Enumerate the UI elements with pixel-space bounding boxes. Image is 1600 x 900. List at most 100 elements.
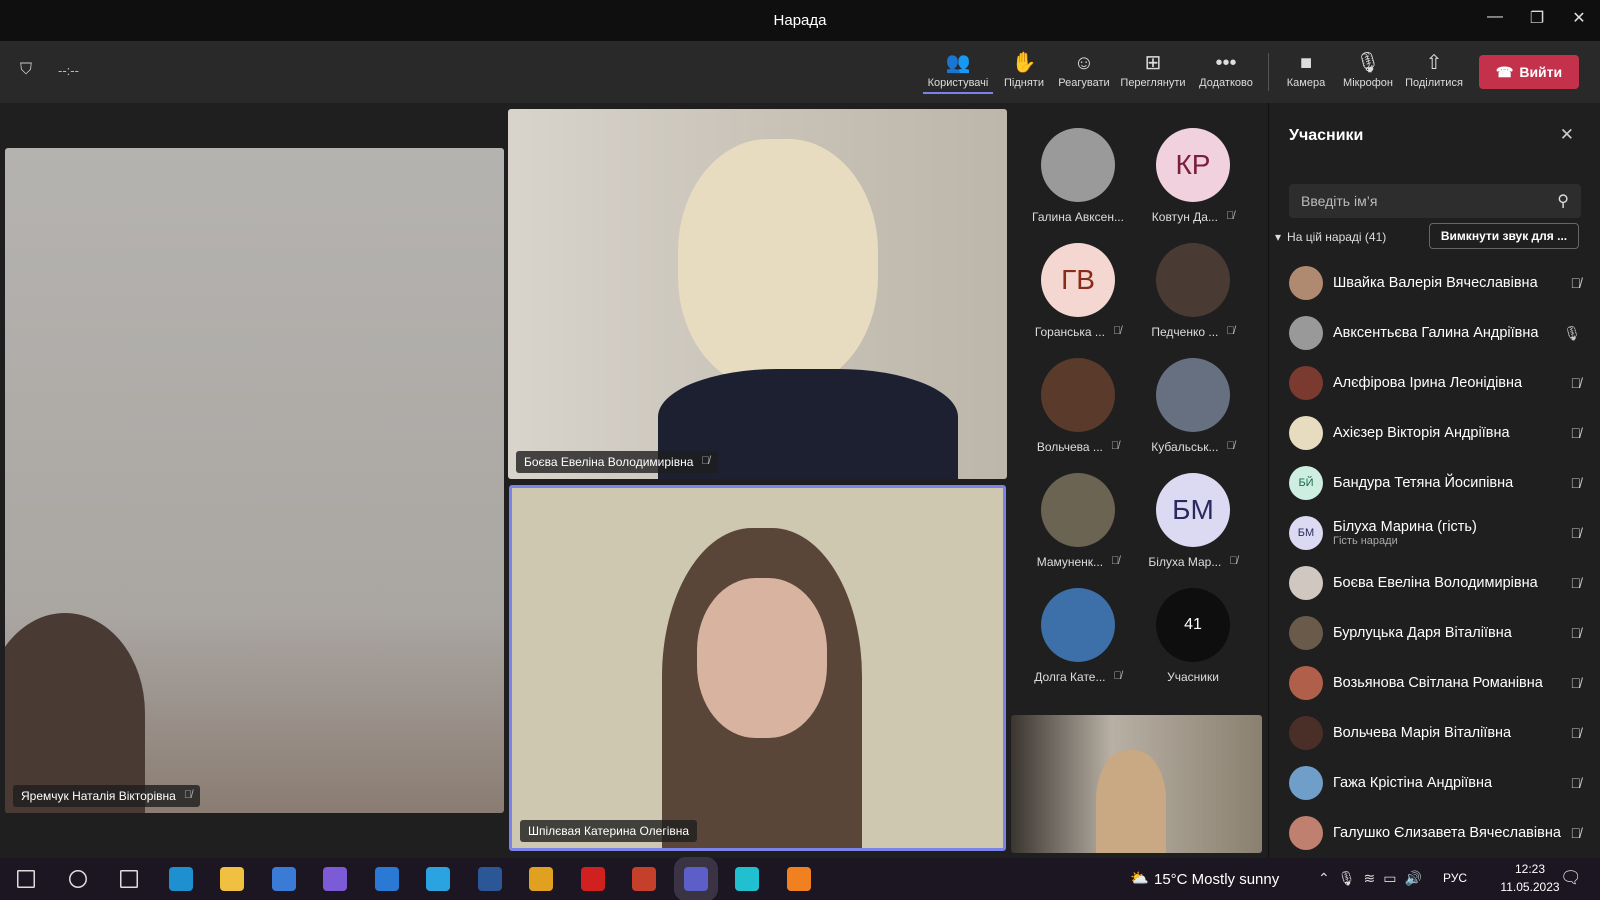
mic-off-icon[interactable]: 🎙̸: [1571, 675, 1582, 691]
video-nametag: Боєва Евеліна Володимирівна 🎙̸: [516, 451, 718, 473]
participant-row[interactable]: Галушко Єлизавета Вячеславівна 🎙̸: [1269, 808, 1600, 858]
taskbar-explorer-icon[interactable]: [220, 867, 244, 891]
taskbar-canva-icon[interactable]: [735, 867, 759, 891]
avatar: БЙ: [1289, 466, 1323, 500]
toolbar-mic-off-button[interactable]: 🎙 Мікрофон: [1333, 49, 1403, 89]
toolbar-people-button[interactable]: 👥 Користувачі: [923, 49, 993, 94]
participant-name: Вольчева ...: [1036, 440, 1103, 454]
grid-participant[interactable]: Вольчева ... 🎙̸: [1022, 358, 1134, 454]
mic-off-icon[interactable]: 🎙̸: [1571, 775, 1582, 791]
avatar: [1289, 616, 1323, 650]
grid-participant[interactable]: Кубальськ... 🎙̸: [1137, 358, 1249, 454]
participant-row[interactable]: Алєфірова Ірина Леонідівна 🎙̸: [1269, 358, 1600, 408]
participant-row[interactable]: Возьянова Світлана Романівна 🎙̸: [1269, 658, 1600, 708]
mic-off-icon: 🎙̸: [1112, 325, 1122, 337]
mic-off-icon[interactable]: 🎙̸: [1571, 625, 1582, 641]
participant-row[interactable]: Гажа Крістіна Андріївна 🎙̸: [1269, 758, 1600, 808]
participant-name: Боєва Евеліна Володимирівна: [524, 455, 694, 469]
taskbar: ⛅ 15°C Mostly sunny ⌃🎙≋▭🔊 РУС 12:23 11.0…: [0, 858, 1600, 900]
avatar: [1289, 716, 1323, 750]
restore-button[interactable]: ❐: [1522, 8, 1552, 28]
taskbar-viber-icon[interactable]: [323, 867, 347, 891]
avatar: ГВ: [1041, 243, 1115, 317]
grid-participant[interactable]: Галина Авксен...: [1022, 128, 1134, 224]
participant-name: Авксентьєва Галина Андріївна: [1333, 325, 1539, 341]
mic-off-icon[interactable]: 🎙̸: [1571, 475, 1582, 491]
participant-row[interactable]: Авксентьєва Галина Андріївна 🎙: [1269, 308, 1600, 358]
grid-participant[interactable]: Долга Кате... 🎙̸: [1022, 588, 1134, 684]
tray-icons[interactable]: ⌃🎙≋▭🔊: [1318, 870, 1430, 887]
participants-panel: Учасники ✕ Введіть ім’я ⚲ ▾ На цій нараді…: [1268, 103, 1600, 858]
hang-up-icon: ☎: [1495, 63, 1514, 80]
smiley-icon: ☺: [1073, 52, 1095, 74]
taskbar-start-icon[interactable]: [17, 870, 35, 888]
close-panel-icon[interactable]: ✕: [1560, 125, 1574, 145]
video-tile-top[interactable]: Боєва Евеліна Володимирівна 🎙̸: [508, 109, 1007, 479]
mic-off-icon[interactable]: 🎙̸: [1571, 375, 1582, 391]
toolbar-share-button[interactable]: ⇧ Поділитися: [1399, 49, 1469, 89]
participant-row[interactable]: БМ Білуха Марина (гість) Гість наради 🎙̸: [1269, 508, 1600, 558]
grid-participant[interactable]: Мамуненк... 🎙̸: [1022, 473, 1134, 569]
avatar: [1289, 366, 1323, 400]
mic-off-icon: 🎙̸: [1229, 555, 1238, 567]
mic-on-icon[interactable]: 🎙: [1563, 325, 1581, 342]
toolbar-smiley-button[interactable]: ☺ Реагувати: [1049, 49, 1119, 89]
grid-participant[interactable]: КР Ковтун Да... 🎙̸: [1137, 128, 1249, 224]
taskbar-store-icon[interactable]: [271, 867, 296, 891]
search-input[interactable]: Введіть ім’я ⚲: [1289, 184, 1581, 218]
taskbar-mail-icon[interactable]: [374, 867, 399, 891]
toolbar-grid-button[interactable]: ⊞ Переглянути: [1118, 49, 1188, 89]
mic-off-icon[interactable]: 🎙̸: [1571, 425, 1582, 441]
leave-button[interactable]: ☎ Вийти: [1479, 55, 1579, 89]
participant-row[interactable]: Ахієзер Вікторія Андріївна 🎙̸: [1269, 408, 1600, 458]
language-indicator[interactable]: РУС: [1443, 871, 1467, 885]
participant-name: Кубальськ...: [1151, 440, 1219, 454]
participant-row[interactable]: Вольчева Марія Віталіївна 🎙̸: [1269, 708, 1600, 758]
participants-count-button[interactable]: 41 Учасники: [1137, 588, 1249, 684]
mic-off-icon[interactable]: 🎙̸: [1571, 575, 1582, 591]
mic-off-icon[interactable]: 🎙̸: [1571, 525, 1582, 541]
taskbar-app-icon[interactable]: [786, 867, 811, 891]
weather[interactable]: 15°C Mostly sunny: [1154, 871, 1279, 888]
taskbar-telegram-icon[interactable]: [426, 867, 450, 891]
toolbar-more-button[interactable]: ••• Додатково: [1191, 49, 1261, 89]
taskbar-word-icon[interactable]: [477, 867, 502, 891]
minimize-button[interactable]: —: [1480, 8, 1510, 26]
mic-off-icon: 🎙̸: [1225, 210, 1235, 222]
notifications-icon[interactable]: 🗨: [1560, 868, 1582, 888]
taskbar-search-icon[interactable]: [68, 870, 87, 888]
taskbar-teams-icon[interactable]: [683, 867, 708, 891]
participant-name: Алєфірова Ірина Леонідівна: [1333, 375, 1523, 391]
taskbar-powerpoint-icon[interactable]: [632, 867, 656, 891]
mic-off-icon[interactable]: 🎙̸: [1571, 725, 1582, 741]
avatar: БМ: [1156, 473, 1230, 547]
video-tile-small[interactable]: [1011, 715, 1262, 853]
clock-date[interactable]: 11.05.2023: [1495, 880, 1565, 894]
participant-row[interactable]: Бурлуцька Даря Віталіївна 🎙̸: [1269, 608, 1600, 658]
toolbar-label: Реагувати: [1058, 77, 1110, 89]
mic-off-icon[interactable]: 🎙̸: [1571, 825, 1582, 841]
participant-row[interactable]: Швайка Валерія Вячеславівна 🎙̸: [1269, 258, 1600, 308]
avatar: [1289, 316, 1323, 350]
avatar: [1156, 358, 1230, 432]
participant-name: Ахієзер Вікторія Андріївна: [1333, 425, 1510, 441]
taskbar-chrome-icon[interactable]: [529, 867, 553, 891]
toolbar-camera-button[interactable]: ■ Камера: [1271, 49, 1341, 89]
taskbar-task-view-icon[interactable]: [120, 870, 138, 888]
video-tile-left[interactable]: Яремчук Наталія Вікторівна 🎙̸: [5, 148, 504, 813]
mute-all-button[interactable]: Вимкнути звук для ...: [1429, 223, 1579, 249]
video-tile-active[interactable]: Шпілєвая Катерина Олегівна: [509, 485, 1006, 851]
meeting-timer: --:--: [58, 63, 79, 78]
grid-participant[interactable]: Педченко ... 🎙̸: [1137, 243, 1249, 339]
participant-row[interactable]: Боєва Евеліна Володимирівна 🎙̸: [1269, 558, 1600, 608]
clock-time[interactable]: 12:23: [1495, 862, 1565, 876]
search-icon: ⚲: [1557, 193, 1569, 210]
section-toggle[interactable]: ▾ На цій нараді (41): [1275, 230, 1386, 244]
taskbar-edge-icon[interactable]: [168, 867, 193, 891]
taskbar-opera-icon[interactable]: [580, 867, 605, 891]
grid-participant[interactable]: БМ Білуха Мар... 🎙̸: [1137, 473, 1249, 569]
participant-row[interactable]: БЙ Бандура Тетяна Йосипівна 🎙̸: [1269, 458, 1600, 508]
close-window-button[interactable]: ✕: [1564, 8, 1594, 28]
mic-off-icon[interactable]: 🎙̸: [1571, 275, 1582, 291]
grid-participant[interactable]: ГВ Горанська ... 🎙̸: [1022, 243, 1134, 339]
